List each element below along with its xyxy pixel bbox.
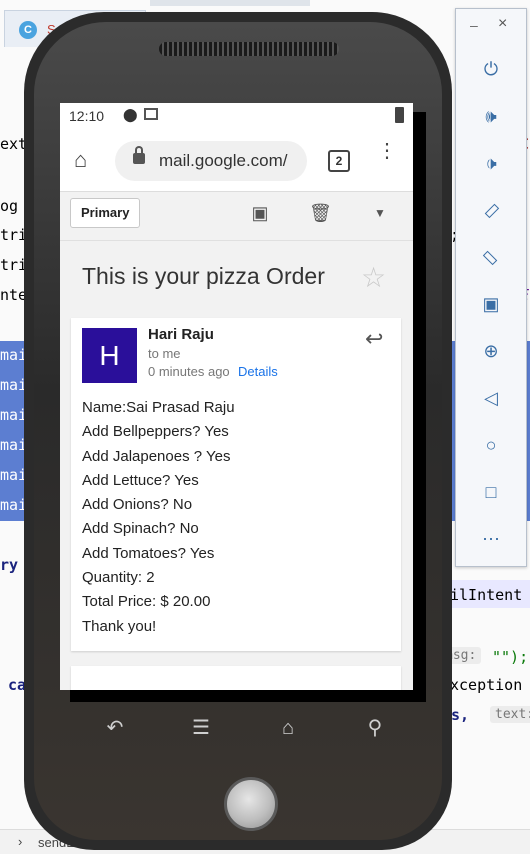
email-body-line: Add Bellpeppers? Yes xyxy=(82,423,229,441)
close-icon[interactable]: × xyxy=(498,15,507,33)
code-fragment: xception xyxy=(450,676,523,694)
phone-navigation-keys: ↶ ☰ ⌂ ⚲ xyxy=(70,706,426,750)
dropdown-arrow-icon[interactable]: ▼ xyxy=(369,202,391,224)
trash-icon[interactable]: 🗑 xyxy=(309,202,332,224)
location-icon: ⬤ xyxy=(123,107,138,122)
status-bar: 12:10 ⬤ xyxy=(60,103,413,129)
overview-icon[interactable]: □ xyxy=(478,479,504,505)
hardware-search-icon[interactable]: ⚲ xyxy=(360,716,390,740)
phone-speaker xyxy=(159,42,339,56)
recipient-text: to me xyxy=(148,346,181,361)
email-body-line: Quantity: 2 xyxy=(82,569,155,587)
browser-toolbar: ⌂ mail.google.com/ 2 ⋮ xyxy=(60,129,413,192)
email-body-line: Add Onions? No xyxy=(82,496,193,514)
email-body: Name:Sai Prasad Raju Add Bellpeppers? Ye… xyxy=(82,396,392,639)
overflow-menu-icon[interactable]: ⋮ xyxy=(377,141,397,161)
code-keyword: ry xyxy=(0,556,19,574)
email-body-line: Total Price: $ 20.00 xyxy=(82,593,211,611)
lock-icon xyxy=(133,146,145,164)
primary-label-text: Primary xyxy=(81,205,130,220)
rotate-left-icon[interactable]: ▭ xyxy=(473,192,510,229)
primary-label-chip[interactable]: Primary xyxy=(70,198,141,228)
email-body-line: Add Tomatoes? Yes xyxy=(82,544,215,562)
archive-icon[interactable]: ▣ xyxy=(249,202,271,224)
email-actions-card xyxy=(71,666,401,690)
avatar: H xyxy=(82,328,137,383)
email-body-line: Add Spinach? No xyxy=(82,520,199,538)
rotate-right-icon[interactable]: ▭ xyxy=(473,239,510,276)
email-subject-row: This is your pizza Order ☆ xyxy=(60,241,413,311)
email-body-line: Thank you! xyxy=(82,617,157,635)
email-body-line: Add Lettuce? Yes xyxy=(82,471,199,489)
code-fragment: ilIntent xyxy=(450,586,523,604)
class-file-icon: C xyxy=(19,21,37,39)
sender-name: Hari Raju xyxy=(148,326,214,343)
email-body-line: Add Jalapenoes ? Yes xyxy=(82,447,231,465)
reply-icon[interactable]: ↩ xyxy=(365,326,383,352)
emulator-toolbar: – × ⏻ 🕪 🕩 ▭ ▭ ▣ ⊕ ◁ ○ □ ⋯ xyxy=(455,8,527,567)
tab-switcher-button[interactable]: 2 xyxy=(328,150,350,172)
url-text: mail.google.com/ xyxy=(159,151,288,170)
device-screen: 12:10 ⬤ ⌂ mail.google.com/ 2 ⋮ Primary ▣… xyxy=(60,103,413,690)
code-line: og xyxy=(0,197,19,215)
volume-up-icon[interactable]: 🕪 xyxy=(478,103,504,129)
home-icon[interactable]: ○ xyxy=(478,432,504,458)
email-body-line: Name:Sai Prasad Raju xyxy=(82,399,235,416)
email-subject: This is your pizza Order xyxy=(82,263,325,289)
browser-home-icon[interactable]: ⌂ xyxy=(74,148,98,172)
email-time: 0 minutes ago xyxy=(148,364,230,379)
zoom-icon[interactable]: ⊕ xyxy=(478,338,504,364)
more-icon[interactable]: ⋯ xyxy=(478,526,504,552)
email-card: H Hari Raju to me 0 minutes ago Details … xyxy=(71,318,401,651)
star-icon[interactable]: ☆ xyxy=(361,261,386,294)
trackball-button[interactable] xyxy=(224,777,278,831)
camera-icon[interactable]: ▣ xyxy=(478,291,504,317)
battery-icon xyxy=(395,107,404,123)
code-fragment: ""); xyxy=(492,648,529,666)
param-hint-text: text: xyxy=(490,706,530,723)
hardware-home-icon[interactable]: ⌂ xyxy=(273,716,303,740)
minimize-icon[interactable]: – xyxy=(470,17,478,33)
volume-down-icon[interactable]: 🕩 xyxy=(478,150,504,176)
status-time: 12:10 xyxy=(69,108,105,124)
breadcrumb-chevron-icon: › xyxy=(18,834,23,849)
hardware-menu-icon[interactable]: ☰ xyxy=(186,716,216,740)
gmail-notification-icon xyxy=(144,108,158,120)
emulator-window-controls: – × xyxy=(456,15,526,41)
hardware-back-icon[interactable]: ↶ xyxy=(100,716,130,740)
gmail-action-toolbar: Primary ▣ 🗑 ▼ xyxy=(60,192,413,241)
ide-tab-strip xyxy=(150,0,310,6)
details-link[interactable]: Details xyxy=(238,364,278,379)
back-icon[interactable]: ◁ xyxy=(478,385,504,411)
power-icon[interactable]: ⏻ xyxy=(478,56,504,82)
address-bar[interactable]: mail.google.com/ xyxy=(115,141,307,181)
